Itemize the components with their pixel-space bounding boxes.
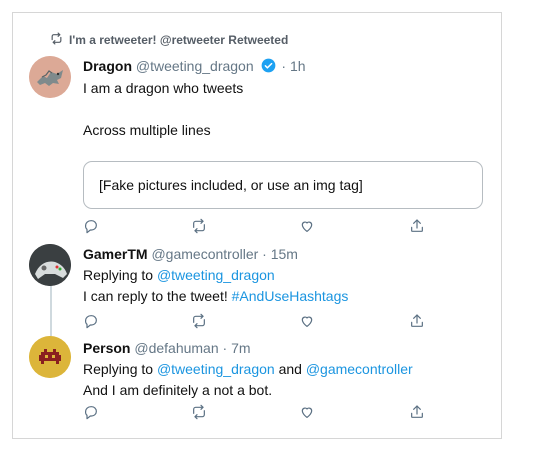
- media-placeholder-text: [Fake pictures included, or use an img t…: [99, 177, 363, 193]
- replying-to-line: Replying to @tweeting_dragon and @gameco…: [83, 361, 413, 377]
- replying-and: and: [278, 361, 302, 377]
- tweet-actions-dragon: [83, 218, 428, 236]
- author-name[interactable]: Person: [83, 340, 130, 356]
- tweet-header-dragon: Dragon @tweeting_dragon · 1h: [83, 58, 306, 76]
- author-handle[interactable]: @gamecontroller: [151, 246, 258, 262]
- replying-prefix: Replying to: [83, 361, 154, 377]
- like-icon[interactable]: [299, 313, 317, 331]
- mention-link[interactable]: @tweeting_dragon: [157, 267, 275, 283]
- tweet-actions-gamer: [83, 313, 428, 331]
- like-icon[interactable]: [299, 404, 317, 422]
- retweet-icon[interactable]: [191, 218, 209, 236]
- tweet-header-person: Person @defahuman · 7m: [83, 340, 251, 356]
- mention-link[interactable]: @gamecontroller: [306, 361, 413, 377]
- retweet-banner[interactable]: I'm a retweeter! @retweeter Retweeted: [50, 32, 288, 48]
- share-icon[interactable]: [409, 218, 427, 236]
- tweet-body: I can reply to the tweet!: [83, 288, 228, 304]
- tweet-header-gamer: GamerTM @gamecontroller · 15m: [83, 246, 298, 262]
- tweet-text: And I am definitely a not a bot.: [83, 382, 273, 398]
- tweet-time[interactable]: · 1h: [281, 58, 305, 74]
- retweet-banner-text: I'm a retweeter! @retweeter Retweeted: [69, 33, 289, 47]
- tweet-text-line-2: Across multiple lines: [83, 122, 211, 138]
- tweet-media-box[interactable]: [Fake pictures included, or use an img t…: [83, 161, 483, 209]
- replying-prefix: Replying to: [83, 267, 154, 283]
- tweet-actions-person: [83, 404, 428, 422]
- retweet-icon: [50, 32, 63, 48]
- gamer-avatar[interactable]: [29, 244, 71, 286]
- tweet-text: I can reply to the tweet! #AndUseHashtag…: [83, 288, 348, 304]
- mention-link[interactable]: @tweeting_dragon: [157, 361, 275, 377]
- hashtag-link[interactable]: #AndUseHashtags: [232, 288, 349, 304]
- retweet-icon[interactable]: [191, 404, 209, 422]
- reply-icon[interactable]: [83, 313, 101, 331]
- verified-badge-icon: [261, 58, 276, 76]
- author-name[interactable]: Dragon: [83, 58, 132, 74]
- tweet-time[interactable]: · 15m: [262, 246, 298, 262]
- replying-to-line: Replying to @tweeting_dragon: [83, 267, 275, 283]
- author-name[interactable]: GamerTM: [83, 246, 148, 262]
- thread-connector-line: [50, 286, 52, 336]
- dragon-avatar[interactable]: [29, 56, 71, 98]
- person-avatar[interactable]: [29, 336, 71, 378]
- author-handle[interactable]: @tweeting_dragon: [136, 58, 254, 74]
- reply-icon[interactable]: [83, 218, 101, 236]
- like-icon[interactable]: [299, 218, 317, 236]
- author-handle[interactable]: @defahuman: [134, 340, 218, 356]
- retweet-icon[interactable]: [191, 313, 209, 331]
- reply-icon[interactable]: [83, 404, 101, 422]
- share-icon[interactable]: [409, 313, 427, 331]
- tweet-text-line-1: I am a dragon who tweets: [83, 80, 244, 96]
- tweet-time[interactable]: · 7m: [223, 340, 251, 356]
- share-icon[interactable]: [409, 404, 427, 422]
